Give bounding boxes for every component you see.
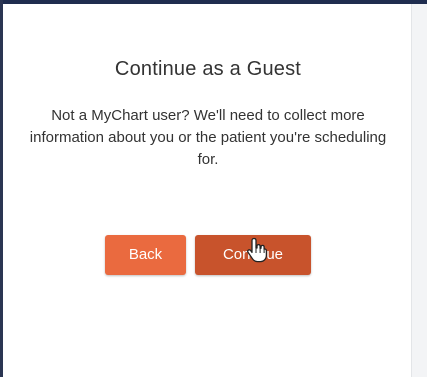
window-top-border xyxy=(0,0,427,4)
window-left-border xyxy=(0,0,3,377)
guest-dialog-window: Continue as a Guest Not a MyChart user? … xyxy=(0,0,427,377)
button-row: Back Continue xyxy=(6,235,410,277)
guest-card: Continue as a Guest Not a MyChart user? … xyxy=(6,8,410,377)
dialog-message: Not a MyChart user? We'll need to collec… xyxy=(29,107,387,168)
hand-pointer-icon xyxy=(246,237,268,263)
dialog-title: Continue as a Guest xyxy=(114,58,302,80)
back-button[interactable]: Back xyxy=(105,235,186,275)
background-panel xyxy=(411,4,427,377)
